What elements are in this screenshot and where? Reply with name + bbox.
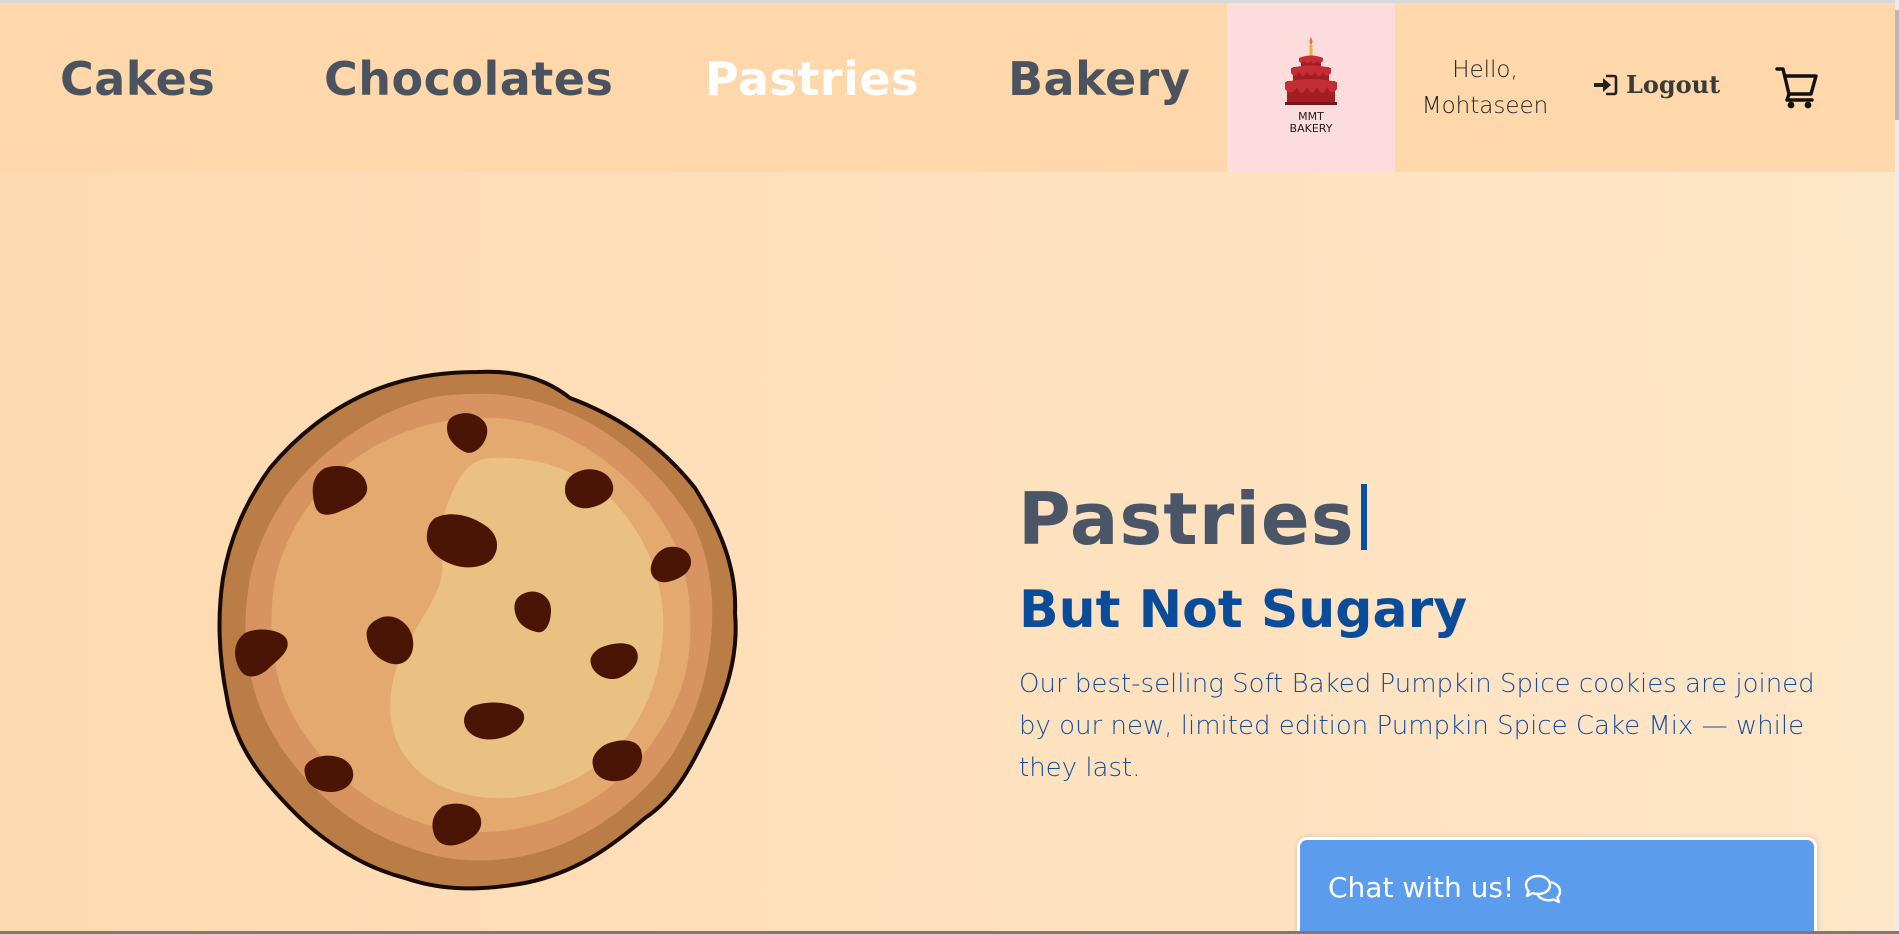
logo-text: MMT BAKERY <box>1289 110 1333 135</box>
scrollbar-track[interactable] <box>1895 0 1899 934</box>
typing-caret <box>1360 484 1367 550</box>
sign-in-arrow-icon <box>1594 74 1618 95</box>
nav-link-chocolates[interactable]: Chocolates <box>324 49 613 109</box>
chat-label: Chat with us! <box>1328 871 1515 904</box>
shopping-cart-icon <box>1775 67 1818 109</box>
user-greeting: Hello, Mohtaseen <box>1421 57 1549 119</box>
nav-link-cakes[interactable]: Cakes <box>60 49 215 109</box>
scrollbar-thumb[interactable] <box>1895 10 1899 120</box>
brand-logo[interactable]: MMT BAKERY <box>1227 3 1395 172</box>
hero-subtitle: But Not Sugary <box>1019 580 1468 640</box>
hero-description: Our best-selling Soft Baked Pumpkin Spic… <box>1019 669 1815 783</box>
hero-title-text: Pastries <box>1018 477 1355 561</box>
nav-link-pastries[interactable]: Pastries <box>705 49 919 109</box>
logout-label: Logout <box>1626 70 1721 99</box>
logout-button[interactable]: Logout <box>1592 70 1720 99</box>
chocolate-chip-cookie <box>217 369 738 891</box>
hero-title: Pastries <box>1018 472 1367 566</box>
chat-bubbles-icon <box>1525 874 1562 904</box>
cake-logo-icon <box>1285 37 1337 105</box>
cart-button[interactable] <box>1774 64 1820 114</box>
chat-widget-button[interactable]: Chat with us! <box>1297 837 1817 934</box>
nav-link-bakery[interactable]: Bakery <box>1008 49 1190 109</box>
